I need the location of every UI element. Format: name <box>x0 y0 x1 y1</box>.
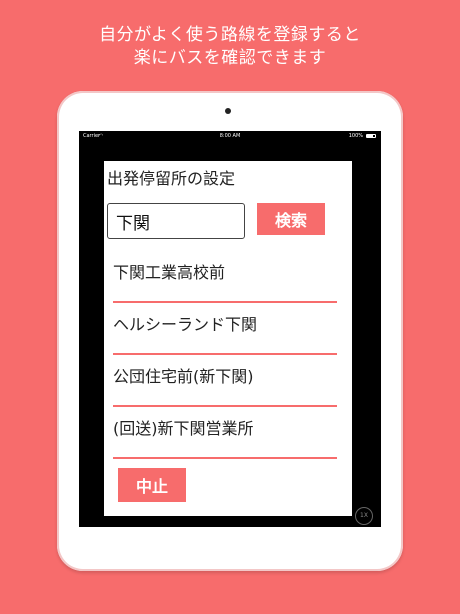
stop-result-item[interactable]: 公団住宅前(新下関) <box>113 355 337 407</box>
promo-caption: 自分がよく使う路線を登録すると 楽にバスを確認できます <box>0 24 460 70</box>
stop-search-input[interactable] <box>107 203 245 239</box>
status-battery-percent: 100% <box>348 133 363 139</box>
ipad-frame: Carrier ◠ 8:00 AM 100% 出発停留所の設定 検索 下関工業高… <box>57 91 403 571</box>
stop-result-item[interactable]: (回送)新下関営業所 <box>113 407 337 459</box>
stop-result-item[interactable]: ヘルシーランド下関 <box>113 303 337 355</box>
status-time: 8:00 AM <box>219 133 241 139</box>
dialog-title: 出発停留所の設定 <box>107 169 236 188</box>
cancel-button[interactable]: 中止 <box>118 468 186 502</box>
battery-icon <box>366 134 376 138</box>
search-button[interactable]: 検索 <box>257 203 325 235</box>
device-screen: Carrier ◠ 8:00 AM 100% 出発停留所の設定 検索 下関工業高… <box>79 131 381 527</box>
promo-line-1: 自分がよく使う路線を登録すると <box>99 25 361 45</box>
stop-result-item[interactable]: 下関工業高校前 <box>113 251 337 303</box>
camera-icon <box>225 108 231 114</box>
status-bar: Carrier ◠ 8:00 AM 100% <box>79 131 381 141</box>
departure-stop-dialog: 出発停留所の設定 検索 下関工業高校前 ヘルシーランド下関 公団住宅前(新下関)… <box>104 161 352 516</box>
stop-result-list: 下関工業高校前 ヘルシーランド下関 公団住宅前(新下関) (回送)新下関営業所 <box>113 251 337 459</box>
zoom-toggle-button[interactable]: 1X <box>355 507 373 525</box>
promo-line-2: 楽にバスを確認できます <box>133 48 327 68</box>
